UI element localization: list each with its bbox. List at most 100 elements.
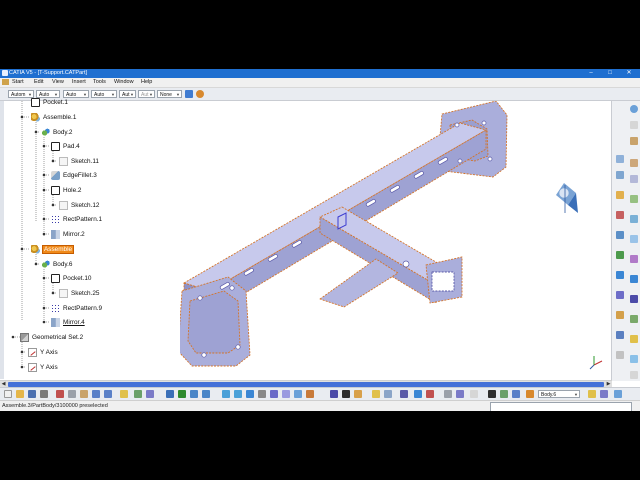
swap-space-icon[interactable] (306, 390, 314, 398)
multi-view-icon[interactable] (258, 390, 266, 398)
assemble-tool-icon[interactable] (616, 311, 624, 319)
body-selector-icon[interactable] (526, 390, 534, 398)
pan-icon[interactable] (190, 390, 198, 398)
constraint-icon[interactable] (414, 390, 422, 398)
intersect-tool-icon[interactable] (630, 335, 638, 343)
open-icon[interactable] (16, 390, 24, 398)
tree-node-mirror-4[interactable]: Mirror.4 (51, 317, 85, 327)
reorder-icon[interactable] (600, 390, 608, 398)
fly-mode-icon[interactable] (166, 390, 174, 398)
tree-node-rectpattern-9[interactable]: RectPattern.9 (51, 303, 102, 313)
menu-help[interactable]: Help (141, 79, 152, 85)
menu-window[interactable]: Window (114, 79, 134, 85)
pocket-tool-icon[interactable] (616, 155, 624, 163)
linetype-combo[interactable]: Auto ▼ (91, 90, 117, 98)
sketch-tool-icon[interactable] (630, 121, 638, 129)
sketcher-icon[interactable] (342, 390, 350, 398)
fit-all-icon[interactable] (178, 390, 186, 398)
workbench-icon[interactable] (630, 105, 638, 113)
publication-icon[interactable] (588, 390, 596, 398)
whats-this-icon[interactable] (120, 390, 128, 398)
redo-icon[interactable] (104, 390, 112, 398)
rendering-style-combo[interactable]: Aut ▼ (138, 90, 155, 98)
tree-node-rectpattern-1[interactable]: RectPattern.1 (51, 214, 102, 224)
print-icon[interactable] (40, 390, 48, 398)
point-symbol-combo[interactable]: Aut ▼ (119, 90, 136, 98)
tree-node-pad-4[interactable]: Pad.4 (51, 141, 80, 151)
tree-node-y-axis-1[interactable]: Y Axis (28, 347, 58, 357)
layer-properties-icon[interactable] (185, 90, 193, 98)
shaft-tool-icon[interactable] (630, 159, 638, 167)
split-tool-icon[interactable] (616, 251, 624, 259)
menu-view[interactable]: View (52, 79, 64, 85)
mirror-tool-icon[interactable] (616, 291, 624, 299)
menu-start[interactable]: Start (12, 79, 24, 85)
thread-tool-icon[interactable] (630, 235, 638, 243)
copy-icon[interactable] (68, 390, 76, 398)
tree-node-assemble-selected[interactable]: Assemble (31, 244, 75, 254)
save-icon[interactable] (28, 390, 36, 398)
tree-node-hole-2[interactable]: Hole.2 (51, 185, 81, 195)
pattern-tool-icon[interactable] (630, 295, 638, 303)
rotate-view-icon[interactable] (202, 390, 210, 398)
knowledge-icon[interactable] (146, 390, 154, 398)
tree-node-mirror-2[interactable]: Mirror.2 (51, 229, 85, 239)
dimension-icon[interactable] (444, 390, 452, 398)
snap-icon[interactable] (400, 390, 408, 398)
grid-icon[interactable] (426, 390, 434, 398)
layer-combo[interactable]: None ▼ (157, 90, 182, 98)
thick-surface-icon[interactable] (630, 255, 638, 263)
document-icon[interactable] (2, 79, 9, 85)
chamfer-tool-icon[interactable] (630, 195, 638, 203)
zoom-out-icon[interactable] (234, 390, 242, 398)
tree-node-body-6[interactable]: Body.6 (41, 259, 72, 269)
tools-palette-icon[interactable] (372, 390, 380, 398)
pad-tool-icon[interactable] (630, 137, 638, 145)
menu-tools[interactable]: Tools (93, 79, 106, 85)
tree-node-y-axis-2[interactable]: Y Axis (28, 362, 58, 372)
analysis-icon[interactable] (384, 390, 392, 398)
in-work-object-icon[interactable] (470, 390, 478, 398)
undo-icon[interactable] (92, 390, 100, 398)
close-button[interactable]: ✕ (622, 69, 636, 78)
painter-icon[interactable] (196, 90, 204, 98)
hide-show-icon[interactable] (294, 390, 302, 398)
cut-icon[interactable] (56, 390, 64, 398)
menu-edit[interactable]: Edit (34, 79, 43, 85)
new-icon[interactable] (4, 390, 12, 398)
paste-icon[interactable] (80, 390, 88, 398)
tree-node-edgefillet-3[interactable]: EdgeFillet.3 (51, 170, 97, 180)
more-tools-icon[interactable] (630, 371, 638, 379)
tree-node-pocket-10[interactable]: Pocket.10 (51, 273, 91, 283)
tree-node-sketch-12[interactable]: Sketch.12 (59, 200, 99, 210)
catalog-icon[interactable] (500, 390, 508, 398)
zoom-in-icon[interactable] (222, 390, 230, 398)
tree-node-geometrical-set-2[interactable]: Geometrical Set.2 (20, 332, 83, 342)
tree-node-pocket-1[interactable]: Pocket.1 (31, 97, 68, 107)
draft-tool-icon[interactable] (616, 211, 624, 219)
hole-tool-icon[interactable] (616, 171, 624, 179)
calculator-icon[interactable] (488, 390, 496, 398)
normal-view-icon[interactable] (246, 390, 254, 398)
thickness-tool-icon[interactable] (616, 231, 624, 239)
maximize-button[interactable]: □ (603, 69, 617, 78)
shading-icon[interactable] (282, 390, 290, 398)
isometric-view-icon[interactable] (270, 390, 278, 398)
apply-material-icon[interactable] (630, 355, 638, 363)
t-support-model[interactable] (177, 100, 611, 381)
power-input-field[interactable] (490, 402, 632, 411)
shell-tool-icon[interactable] (630, 215, 638, 223)
scan-icon[interactable] (456, 390, 464, 398)
fillet-tool-icon[interactable] (616, 191, 624, 199)
update-icon[interactable] (330, 390, 338, 398)
remove-tool-icon[interactable] (616, 331, 624, 339)
tree-node-assemble-1[interactable]: Assemble.1 (31, 112, 76, 122)
rib-tool-icon[interactable] (630, 175, 638, 183)
tree-node-sketch-11[interactable]: Sketch.11 (59, 156, 99, 166)
menu-insert[interactable]: Insert (72, 79, 86, 85)
formula-icon[interactable] (134, 390, 142, 398)
minimize-button[interactable]: – (584, 69, 598, 78)
tree-node-body-2[interactable]: Body.2 (41, 127, 72, 137)
measure-tool-icon[interactable] (616, 351, 624, 359)
rotate-tool-icon[interactable] (630, 275, 638, 283)
